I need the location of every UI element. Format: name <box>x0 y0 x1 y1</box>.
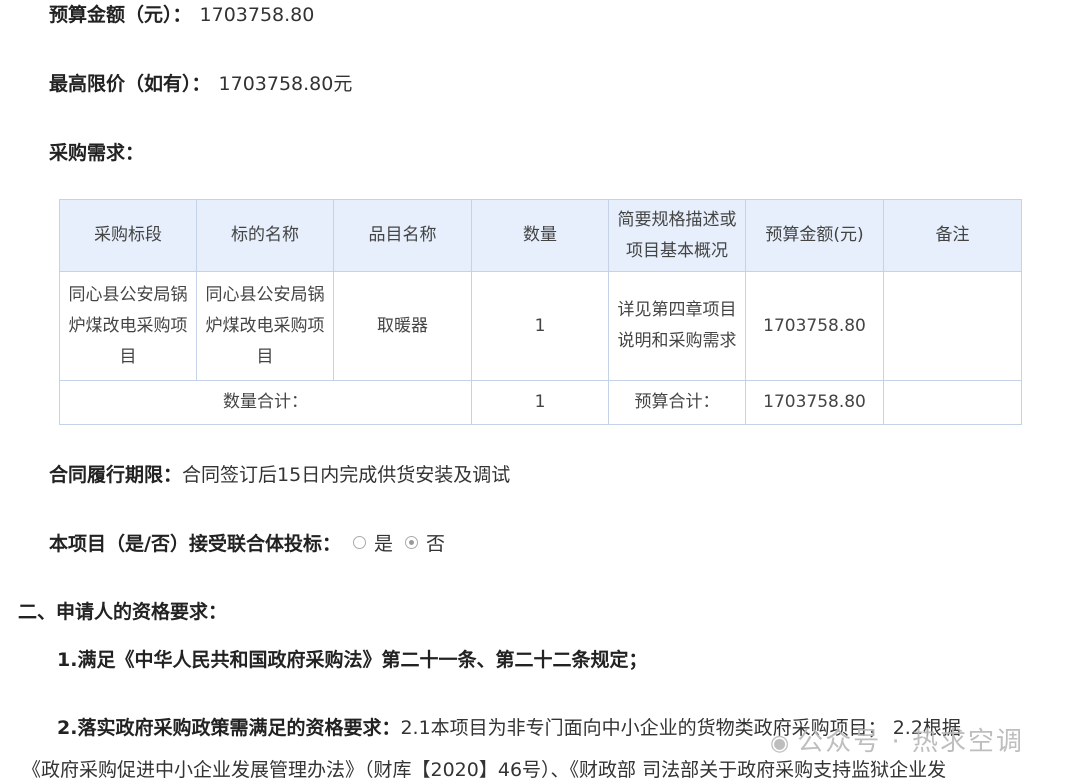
requirement-2-continued: 《政府采购促进中小企业发展管理办法》（财库【2020】46号）、《财政部 司法部… <box>22 759 947 781</box>
header-remark: 备注 <box>883 199 1022 272</box>
contract-value: 合同签订后15日内完成供货安装及调试 <box>182 464 511 486</box>
requirement-2-label: 2.落实政府采购政策需满足的资格要求： <box>57 717 401 739</box>
budget-line: 预算金额（元）： 1703758.80 <box>49 1 314 29</box>
header-category: 品目名称 <box>333 199 472 272</box>
table-header-row: 采购标段 标的名称 品目名称 数量 简要规格描述或项目基本概况 预算金额(元) … <box>59 199 1022 272</box>
cell-quantity: 1 <box>471 271 609 381</box>
header-section: 采购标段 <box>59 199 197 272</box>
contract-line: 合同履行期限：合同签订后15日内完成供货安装及调试 <box>49 461 510 489</box>
requirement-heading: 采购需求： <box>49 142 145 164</box>
header-spec: 简要规格描述或项目基本概况 <box>608 199 746 272</box>
total-budget-label: 预算合计： <box>608 380 746 425</box>
cell-spec: 详见第四章项目说明和采购需求 <box>608 271 746 381</box>
requirement-1: 1.满足《中华人民共和国政府采购法》第二十一条、第二十二条规定； <box>57 649 648 671</box>
budget-value: 1703758.80 <box>199 4 315 26</box>
radio-no[interactable] <box>404 536 418 549</box>
total-qty-value: 1 <box>471 380 609 425</box>
cell-remark <box>883 271 1022 381</box>
procurement-table: 采购标段 标的名称 品目名称 数量 简要规格描述或项目基本概况 预算金额(元) … <box>59 199 1022 425</box>
max-price-value: 1703758.80元 <box>218 73 353 95</box>
consortium-line: 本项目（是/否）接受联合体投标： 是 否 <box>49 530 445 558</box>
total-budget-value: 1703758.80 <box>745 380 884 425</box>
max-price-line: 最高限价（如有）： 1703758.80元 <box>49 70 352 98</box>
header-subject: 标的名称 <box>196 199 334 272</box>
watermark-text: 公众号 · 热求空调 <box>797 727 1024 757</box>
max-price-label: 最高限价（如有）： <box>49 73 211 95</box>
budget-label: 预算金额（元）： <box>49 4 192 26</box>
watermark: ◉ 公众号 · 热求空调 <box>770 721 1024 758</box>
consortium-label: 本项目（是/否）接受联合体投标： <box>49 533 341 555</box>
header-quantity: 数量 <box>471 199 609 272</box>
section2-heading: 二、申请人的资格要求： <box>18 601 228 623</box>
table-total-row: 数量合计： 1 预算合计： 1703758.80 <box>59 380 1022 425</box>
wechat-icon: ◉ <box>770 731 792 756</box>
cell-section: 同心县公安局锅炉煤改电采购项目 <box>59 271 197 381</box>
cell-budget: 1703758.80 <box>745 271 884 381</box>
radio-yes[interactable] <box>352 536 366 549</box>
radio-yes-label: 是 <box>373 533 393 555</box>
contract-label: 合同履行期限： <box>49 464 183 486</box>
cell-subject: 同心县公安局锅炉煤改电采购项目 <box>196 271 334 381</box>
total-remark <box>883 380 1022 425</box>
radio-no-label: 否 <box>425 533 445 555</box>
cell-category: 取暖器 <box>333 271 472 381</box>
table-row: 同心县公安局锅炉煤改电采购项目 同心县公安局锅炉煤改电采购项目 取暖器 1 详见… <box>59 271 1022 381</box>
total-qty-label: 数量合计： <box>59 380 472 425</box>
header-budget: 预算金额(元) <box>745 199 884 272</box>
